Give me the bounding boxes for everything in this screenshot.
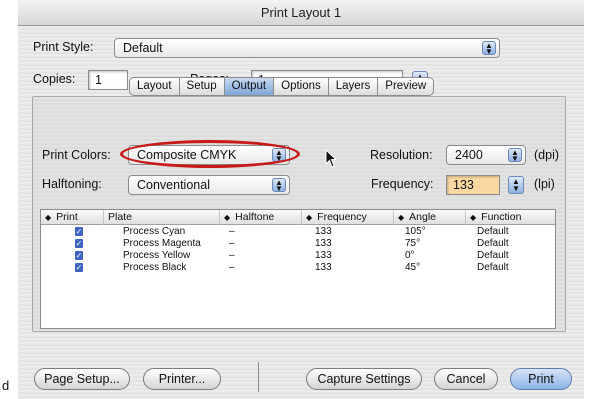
angle-cell: 75°: [405, 238, 421, 249]
page-setup-button[interactable]: Page Setup...: [34, 368, 130, 390]
frequency-cell: 133: [315, 226, 332, 237]
frequency-popup[interactable]: ▲ ▼: [508, 176, 524, 194]
copies-field[interactable]: 1: [88, 70, 128, 90]
print-style-label: Print Style:: [33, 40, 94, 54]
frequency-unit: (lpi): [534, 177, 555, 191]
checkbox-checked-icon[interactable]: ✓: [75, 251, 83, 260]
stray-text: d: [2, 378, 10, 393]
highlight-ring: [120, 140, 300, 168]
printer-button[interactable]: Printer...: [143, 368, 221, 390]
table-row[interactable]: ✓ Process Cyan – 133 105° Default: [41, 226, 555, 238]
column-header-angle[interactable]: ◆ Angle: [393, 210, 465, 225]
column-header-frequency[interactable]: ◆ Frequency: [301, 210, 393, 225]
table-header: ◆ Print Plate ◆ Halftone ◆ Frequency ◆ Angle…: [41, 210, 555, 225]
halftone-cell: –: [229, 250, 235, 261]
tab-bar: Layout Setup Output Options Layers Previ…: [129, 77, 435, 97]
frequency-cell: 133: [315, 262, 332, 273]
plate-cell: Process Magenta: [123, 238, 201, 249]
tab-options[interactable]: Options: [274, 77, 329, 96]
tab-layout[interactable]: Layout: [129, 77, 180, 96]
up-down-arrows-icon: ▲ ▼: [272, 178, 286, 193]
print-style-value: Default: [123, 41, 163, 55]
capture-settings-button[interactable]: Capture Settings: [306, 368, 422, 390]
halftone-cell: –: [229, 262, 235, 273]
plate-cell: Process Black: [123, 262, 187, 273]
angle-cell: 45°: [405, 262, 421, 273]
function-cell: Default: [477, 226, 509, 237]
function-cell: Default: [477, 250, 509, 261]
cancel-button[interactable]: Cancel: [434, 368, 498, 390]
checkbox-checked-icon[interactable]: ✓: [75, 239, 83, 248]
up-down-arrows-icon: ▲ ▼: [508, 148, 522, 163]
button-separator: [258, 362, 259, 392]
angle-cell: 0°: [405, 250, 415, 261]
plate-cell: Process Yellow: [123, 250, 191, 261]
window-title: Print Layout 1: [18, 0, 584, 26]
print-layout-dialog: Print Layout 1 Print Style: Default ▲ ▼ C…: [0, 0, 592, 399]
plates-table[interactable]: ◆ Print Plate ◆ Halftone ◆ Frequency ◆ Angle…: [40, 209, 556, 329]
frequency-field[interactable]: 133: [446, 175, 500, 195]
function-cell: Default: [477, 262, 509, 273]
resolution-popup[interactable]: 2400 ▲ ▼: [446, 145, 526, 165]
halftoning-value: Conventional: [137, 178, 210, 192]
checkbox-checked-icon[interactable]: ✓: [75, 263, 83, 272]
halftone-cell: –: [229, 226, 235, 237]
tab-setup[interactable]: Setup: [179, 77, 225, 96]
column-header-function[interactable]: ◆ Function: [465, 210, 555, 225]
resolution-label: Resolution:: [370, 148, 433, 162]
resolution-value: 2400: [455, 148, 483, 162]
up-down-arrows-icon: ▲ ▼: [482, 41, 496, 56]
checkbox-checked-icon[interactable]: ✓: [75, 227, 83, 236]
halftone-cell: –: [229, 238, 235, 249]
table-row[interactable]: ✓ Process Yellow – 133 0° Default: [41, 250, 555, 262]
print-style-popup[interactable]: Default ▲ ▼: [114, 38, 500, 58]
table-row[interactable]: ✓ Process Black – 133 45° Default: [41, 262, 555, 274]
column-header-print[interactable]: ◆ Print: [41, 210, 103, 225]
function-cell: Default: [477, 238, 509, 249]
tab-preview[interactable]: Preview: [378, 77, 435, 96]
frequency-label: Frequency:: [371, 177, 434, 191]
frequency-cell: 133: [315, 250, 332, 261]
column-header-plate[interactable]: Plate: [103, 210, 219, 225]
frequency-cell: 133: [315, 238, 332, 249]
halftoning-label: Halftoning:: [42, 177, 102, 191]
tab-layers[interactable]: Layers: [328, 77, 379, 96]
angle-cell: 105°: [405, 226, 426, 237]
table-row[interactable]: ✓ Process Magenta – 133 75° Default: [41, 238, 555, 250]
tab-output[interactable]: Output: [224, 77, 275, 96]
print-button[interactable]: Print: [510, 368, 572, 390]
copies-label: Copies:: [33, 72, 76, 86]
resolution-unit: (dpi): [534, 148, 560, 162]
arrow-pointer-icon: [325, 149, 338, 168]
halftoning-popup[interactable]: Conventional ▲ ▼: [128, 175, 290, 195]
plate-cell: Process Cyan: [123, 226, 186, 237]
column-header-halftone[interactable]: ◆ Halftone: [219, 210, 301, 225]
print-colors-label: Print Colors:: [42, 148, 111, 162]
